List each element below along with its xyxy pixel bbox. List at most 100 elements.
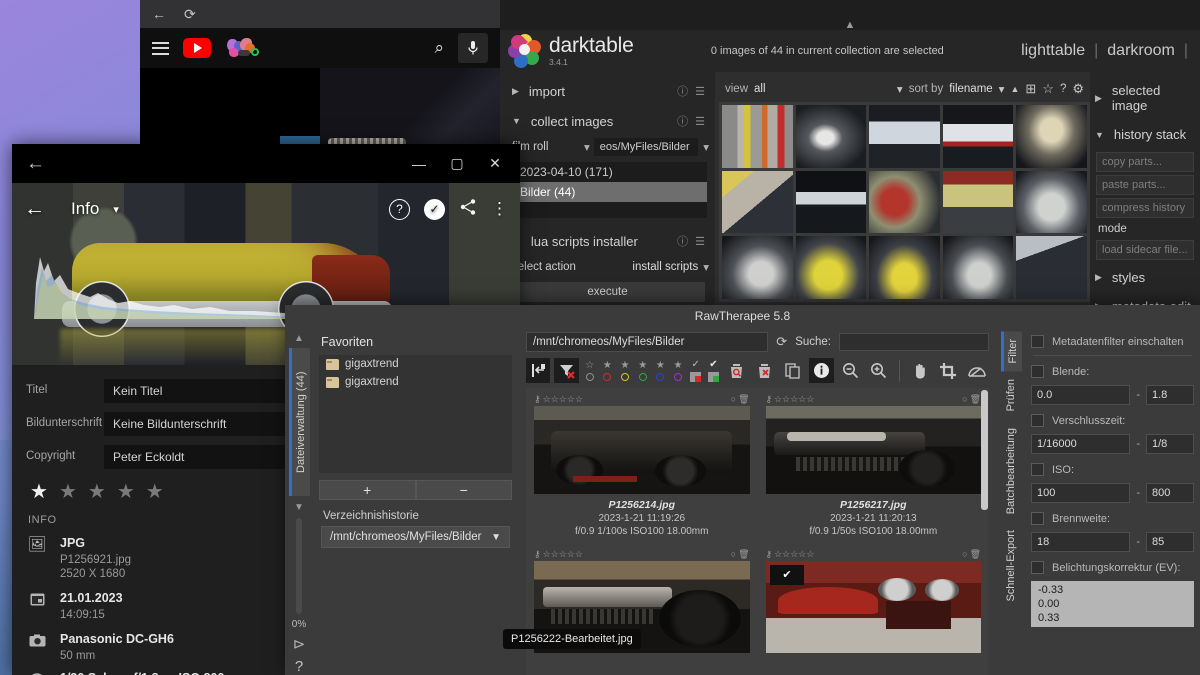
- paste-parts-button[interactable]: paste parts...: [1096, 175, 1194, 195]
- straighten-tool-icon[interactable]: [965, 358, 989, 383]
- zoom-out-icon[interactable]: [838, 358, 862, 383]
- info-dropdown-label[interactable]: Info: [71, 199, 99, 219]
- delete-icon[interactable]: [753, 358, 777, 383]
- hand-tool-icon[interactable]: [908, 358, 932, 383]
- thumbnail-cell[interactable]: [869, 236, 940, 299]
- trash-icon[interactable]: 🗑: [738, 394, 749, 405]
- star-5-icon[interactable]: ★: [146, 479, 164, 504]
- aperture-filter-toggle[interactable]: Blende:: [1031, 365, 1194, 378]
- module-styles[interactable]: ▶ styles: [1090, 263, 1200, 292]
- copy-icon[interactable]: [781, 358, 805, 383]
- thumbnail-item[interactable]: ⚷ ☆☆☆☆☆ ○ 🗑: [758, 388, 990, 543]
- rank-icon[interactable]: ⚷: [766, 394, 773, 405]
- gear-icon[interactable]: ⚙: [1072, 81, 1084, 97]
- trash-search-icon[interactable]: [724, 358, 748, 383]
- rank-3-filter[interactable]: ★: [636, 360, 650, 381]
- refresh-icon[interactable]: ⟳: [776, 334, 787, 350]
- thumbnail-cell[interactable]: [722, 105, 793, 168]
- color-label-icon[interactable]: ○: [731, 549, 736, 559]
- window-back-icon[interactable]: ←: [26, 153, 45, 175]
- youtube-logo-icon[interactable]: [183, 38, 211, 58]
- send-to-editor-icon[interactable]: ⊳: [293, 635, 306, 653]
- star-1-icon[interactable]: ★: [30, 479, 48, 504]
- film-roll-item-selected[interactable]: Bilder (44): [508, 182, 707, 202]
- shutter-from-input[interactable]: 1/16000: [1031, 434, 1131, 454]
- minimize-button[interactable]: —: [400, 145, 438, 183]
- chevron-down-icon[interactable]: ▾: [703, 140, 709, 154]
- thumbnail-image[interactable]: ✔: [765, 561, 981, 653]
- favorite-item[interactable]: gigaxtrend: [319, 373, 512, 391]
- checkbox-icon[interactable]: [1031, 335, 1044, 348]
- share-icon[interactable]: [459, 198, 477, 221]
- ev-option[interactable]: -0.33: [1031, 583, 1194, 597]
- iso-to-input[interactable]: 800: [1146, 483, 1194, 503]
- checkbox-icon[interactable]: [1031, 463, 1044, 476]
- thumbnail-cell[interactable]: [722, 170, 793, 234]
- hamburger-menu-icon[interactable]: [152, 38, 169, 58]
- load-sidecar-button[interactable]: load sidecar file...: [1096, 240, 1194, 260]
- chevron-down-icon[interactable]: ▾: [897, 82, 903, 96]
- rank-0-filter[interactable]: ☆: [583, 360, 597, 381]
- close-button[interactable]: ✕: [476, 145, 514, 183]
- rank-1-filter[interactable]: ★: [601, 360, 615, 381]
- thumbnail-cell[interactable]: [795, 170, 867, 234]
- star-rating-icons[interactable]: ☆☆☆☆☆: [774, 394, 814, 405]
- module-import[interactable]: ▶ import ⓘ ☰: [500, 76, 715, 106]
- rank-2-filter[interactable]: ★: [618, 360, 632, 381]
- chevron-down-icon[interactable]: ▾: [584, 140, 590, 154]
- tab-filter[interactable]: Filter: [1000, 331, 1022, 372]
- browser-scrollbar[interactable]: [981, 390, 988, 510]
- crop-tool-icon[interactable]: [936, 358, 960, 383]
- edited-filter[interactable]: ✔: [707, 359, 721, 382]
- module-history-stack[interactable]: ▼ history stack: [1090, 120, 1200, 149]
- more-options-icon[interactable]: ⋮: [491, 199, 508, 219]
- rank-icon[interactable]: ⚷: [534, 394, 541, 405]
- info-icon[interactable]: ⓘ: [677, 233, 688, 249]
- thumbnail-cell[interactable]: [942, 170, 1014, 234]
- darktable-thumbnail-grid[interactable]: [719, 102, 1090, 302]
- tab-dateiverwaltung[interactable]: Dateiverwaltung (44): [288, 348, 310, 496]
- lua-action-value[interactable]: install scripts: [632, 261, 698, 273]
- progress-track[interactable]: [295, 518, 302, 614]
- thumbnail-cell[interactable]: [1016, 170, 1087, 234]
- chevron-down-icon[interactable]: ▾: [113, 203, 119, 216]
- rank-4-filter[interactable]: ★: [654, 360, 668, 381]
- compress-history-button[interactable]: compress history: [1096, 198, 1194, 218]
- info-icon[interactable]: ⓘ: [677, 113, 688, 129]
- ev-option[interactable]: 0.00: [1031, 597, 1194, 611]
- menu-icon[interactable]: ☰: [695, 85, 705, 98]
- search-icon[interactable]: ⌕: [434, 38, 444, 58]
- trash-icon[interactable]: 🗑: [970, 549, 981, 560]
- tab-schnell-export[interactable]: Schnell-Export: [1002, 522, 1020, 610]
- star-rating-icons[interactable]: ☆☆☆☆☆: [543, 549, 583, 560]
- thumbnail-cell[interactable]: [795, 236, 867, 299]
- star-3-icon[interactable]: ★: [88, 479, 106, 504]
- checkbox-icon[interactable]: [1031, 365, 1044, 378]
- thumbnail-item[interactable]: ⚷ ☆☆☆☆☆ ○ 🗑 ✔: [758, 543, 990, 664]
- voice-search-icon[interactable]: [458, 33, 488, 63]
- exposure-value-list[interactable]: -0.33 0.00 0.33: [1031, 581, 1194, 627]
- view-lighttable[interactable]: lighttable: [1021, 42, 1085, 60]
- film-roll-item[interactable]: 2023-04-10 (171): [508, 162, 707, 182]
- favorite-item[interactable]: gigaxtrend: [319, 355, 512, 373]
- checkbox-icon[interactable]: [1031, 414, 1044, 427]
- thumbnail-cell[interactable]: [869, 105, 940, 168]
- shutter-to-input[interactable]: 1/8: [1146, 434, 1194, 454]
- info-icon[interactable]: ⓘ: [677, 83, 688, 99]
- color-label-icon[interactable]: ○: [731, 394, 736, 404]
- star-icon[interactable]: ☆: [1042, 81, 1054, 97]
- sort-value[interactable]: filename: [949, 83, 992, 95]
- ev-option[interactable]: 0.33: [1031, 611, 1194, 625]
- module-selected-images[interactable]: ▶ selected image: [1090, 76, 1200, 120]
- trash-icon[interactable]: 🗑: [970, 394, 981, 405]
- info-icon[interactable]: [809, 358, 834, 383]
- youtube-doodle-icon[interactable]: [225, 38, 263, 58]
- checkbox-icon[interactable]: [1031, 561, 1044, 574]
- favorites-list[interactable]: gigaxtrend gigaxtrend: [319, 355, 512, 473]
- check-icon[interactable]: ✓: [424, 198, 445, 220]
- add-favorite-button[interactable]: +: [319, 480, 416, 500]
- help-icon[interactable]: ?: [389, 198, 410, 220]
- browser-back-icon[interactable]: ←: [152, 6, 166, 22]
- thumbnail-cell[interactable]: [722, 236, 793, 299]
- tab-pruefen[interactable]: Prüfen: [1002, 371, 1020, 419]
